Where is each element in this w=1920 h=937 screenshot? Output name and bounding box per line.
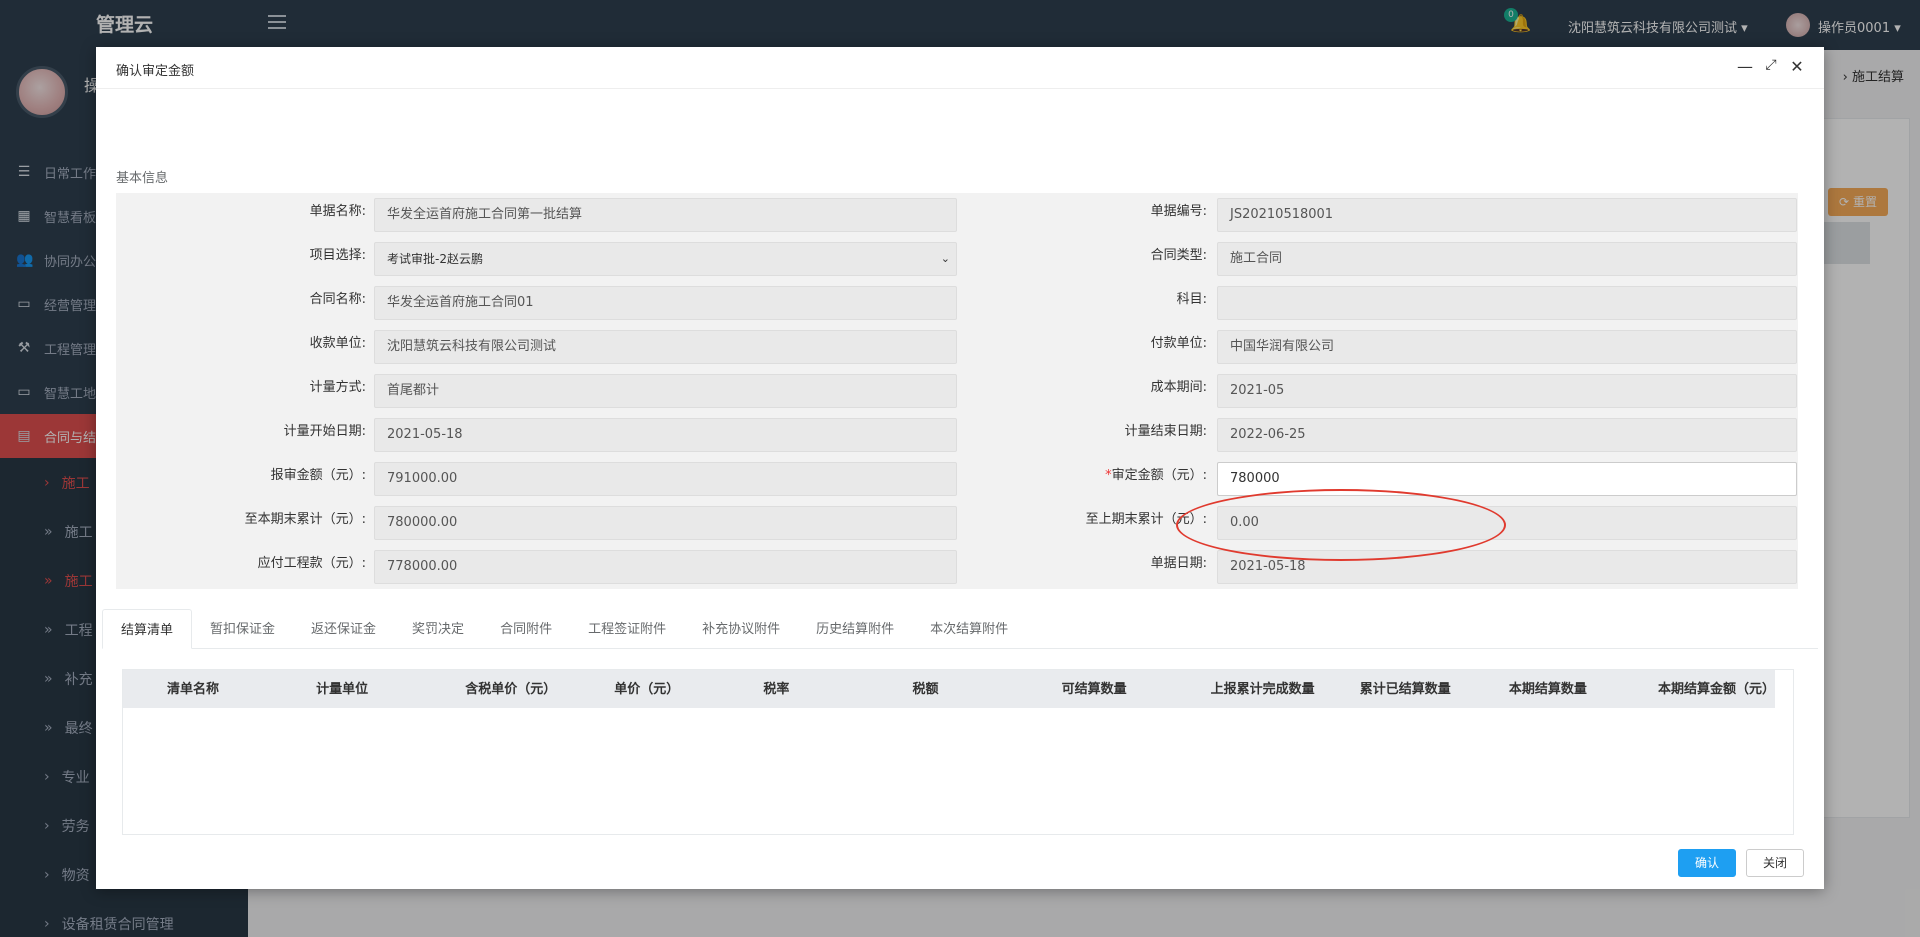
grid-header: 清单名称 计量单位 含税单价（元） 单价（元） 税率 税额 可结算数量 上报累计… <box>123 670 1775 708</box>
close-icon[interactable]: ✕ <box>1788 57 1806 76</box>
field-label: 项目选择: <box>309 248 366 263</box>
measure-start-date-field[interactable]: 2021-05-18 <box>374 418 957 452</box>
field-label: 成本期间: <box>1150 380 1207 395</box>
close-button[interactable]: 关闭 <box>1746 849 1804 877</box>
payable-amount-field[interactable]: 778000.00 <box>374 550 957 584</box>
form-row: 单据名称: 华发全运首府施工合同第一批结算 <box>116 193 957 237</box>
form-row: 应付工程款（元）: 778000.00 <box>116 545 957 589</box>
field-label: 合同类型: <box>1150 248 1207 263</box>
field-label: 收款单位: <box>309 336 366 351</box>
field-label: 单据名称: <box>309 204 366 219</box>
minimize-icon[interactable]: — <box>1736 57 1754 76</box>
measure-method-field[interactable]: 首尾都计 <box>374 374 957 408</box>
payee-field[interactable]: 沈阳慧筑云科技有限公司测试 <box>374 330 957 364</box>
field-label: 至本期末累计（元）: <box>244 512 366 527</box>
section-title: 基本信息 <box>116 171 169 186</box>
cost-period-field[interactable]: 2021-05 <box>1217 374 1797 408</box>
column-header[interactable]: 上报累计完成数量 <box>1167 670 1316 708</box>
confirm-button[interactable]: 确认 <box>1678 849 1736 877</box>
tab-returned-deposit[interactable]: 返还保证金 <box>293 609 394 649</box>
field-label: *审定金额（元）: <box>957 457 1215 501</box>
tab-supplement-attachments[interactable]: 补充协议附件 <box>684 609 798 649</box>
contract-type-field[interactable]: 施工合同 <box>1217 242 1797 276</box>
form-row: 收款单位: 沈阳慧筑云科技有限公司测试 <box>116 325 957 369</box>
column-header[interactable]: 计量单位 <box>272 670 421 708</box>
form-row: 项目选择: 考试审批-2赵云鹏 ⌄ <box>116 237 957 281</box>
select-value: 考试审批-2赵云鹏 <box>387 252 483 266</box>
column-header[interactable]: 本期结算金额（元） <box>1614 670 1775 708</box>
dialog-header: 确认审定金额 — ⤢ ✕ <box>96 47 1824 89</box>
submitted-amount-field[interactable]: 791000.00 <box>374 462 957 496</box>
subject-field[interactable] <box>1217 286 1797 320</box>
column-header[interactable]: 含税单价（元） <box>421 670 570 708</box>
form-row: 合同类型: 施工合同 <box>957 237 1798 281</box>
field-label: 计量结束日期: <box>1124 424 1207 439</box>
project-select[interactable]: 考试审批-2赵云鹏 ⌄ <box>374 242 957 276</box>
tab-contract-attachments[interactable]: 合同附件 <box>482 609 570 649</box>
measure-end-date-field[interactable]: 2022-06-25 <box>1217 418 1797 452</box>
column-header[interactable]: 税额 <box>868 670 1017 708</box>
chevron-down-icon: ⌄ <box>940 252 950 265</box>
document-name-field[interactable]: 华发全运首府施工合同第一批结算 <box>374 198 957 232</box>
annotation-circle <box>1176 489 1506 561</box>
dialog-title: 确认审定金额 <box>116 64 195 79</box>
column-header[interactable]: 税率 <box>719 670 868 708</box>
form-row: 至本期末累计（元）: 780000.00 <box>116 501 957 545</box>
form-column-left: 单据名称: 华发全运首府施工合同第一批结算 项目选择: 考试审批-2赵云鹏 ⌄ 合同名… <box>116 193 957 589</box>
form-row: 计量方式: 首尾都计 <box>116 369 957 413</box>
tab-history-attachments[interactable]: 历史结算附件 <box>798 609 912 649</box>
field-label: 计量开始日期: <box>283 424 366 439</box>
settlement-grid: 清单名称 计量单位 含税单价（元） 单价（元） 税率 税额 可结算数量 上报累计… <box>122 669 1794 835</box>
approved-amount-label: 审定金额（元）: <box>1111 468 1207 483</box>
field-label: 计量方式: <box>309 380 366 395</box>
form-row: 计量结束日期: 2022-06-25 <box>957 413 1798 457</box>
form-row: 报审金额（元）: 791000.00 <box>116 457 957 501</box>
form-row: 付款单位: 中国华润有限公司 <box>957 325 1798 369</box>
column-header[interactable]: 单价（元） <box>570 670 719 708</box>
tab-current-attachments[interactable]: 本次结算附件 <box>912 609 1026 649</box>
column-header[interactable]: 本期结算数量 <box>1465 670 1614 708</box>
field-label: 单据编号: <box>1150 204 1207 219</box>
tab-rewards-penalties[interactable]: 奖罚决定 <box>394 609 482 649</box>
maximize-icon[interactable]: ⤢ <box>1762 57 1780 73</box>
form-row: 成本期间: 2021-05 <box>957 369 1798 413</box>
basic-info-form: 单据名称: 华发全运首府施工合同第一批结算 项目选择: 考试审批-2赵云鹏 ⌄ 合同名… <box>116 193 1798 589</box>
tab-withheld-deposit[interactable]: 暂扣保证金 <box>192 609 293 649</box>
contract-name-field[interactable]: 华发全运首府施工合同01 <box>374 286 957 320</box>
field-label: 付款单位: <box>1150 336 1207 351</box>
tab-settlement-list[interactable]: 结算清单 <box>102 609 193 649</box>
field-label: 报审金额（元）: <box>270 468 366 483</box>
form-row: 计量开始日期: 2021-05-18 <box>116 413 957 457</box>
payer-field[interactable]: 中国华润有限公司 <box>1217 330 1797 364</box>
field-label: 单据日期: <box>1150 556 1207 571</box>
field-label: 科目: <box>1176 292 1207 307</box>
form-row: 合同名称: 华发全运首府施工合同01 <box>116 281 957 325</box>
column-header[interactable]: 累计已结算数量 <box>1316 670 1465 708</box>
column-header[interactable]: 可结算数量 <box>1018 670 1167 708</box>
tab-visa-attachments[interactable]: 工程签证附件 <box>570 609 684 649</box>
document-number-field[interactable]: JS20210518001 <box>1217 198 1797 232</box>
field-label: 合同名称: <box>309 292 366 307</box>
confirm-amount-dialog: 确认审定金额 — ⤢ ✕ 基本信息 单据名称: 华发全运首府施工合同第一批结算 项… <box>96 47 1824 889</box>
form-row: 单据编号: JS20210518001 <box>957 193 1798 237</box>
column-header[interactable]: 清单名称 <box>123 670 272 708</box>
cumulative-current-field[interactable]: 780000.00 <box>374 506 957 540</box>
form-row: 科目: <box>957 281 1798 325</box>
field-label: 应付工程款（元）: <box>257 556 366 571</box>
detail-tabs: 结算清单 暂扣保证金 返还保证金 奖罚决定 合同附件 工程签证附件 补充协议附件… <box>102 609 1818 649</box>
